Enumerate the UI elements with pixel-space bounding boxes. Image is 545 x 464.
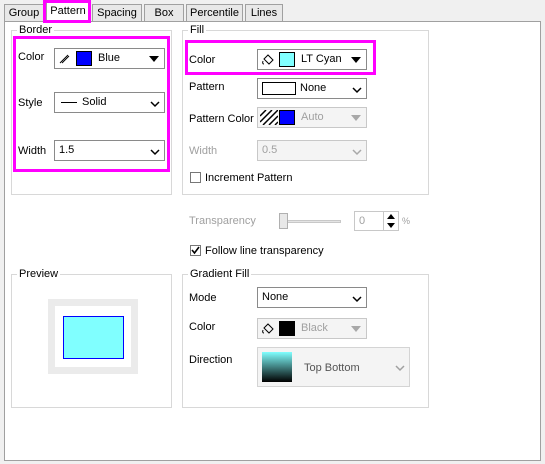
paint-bucket-icon [262,54,274,65]
chevron-down-icon [352,149,362,156]
fill-pattern-dropdown[interactable]: None [257,78,367,99]
chevron-down-icon [150,101,160,108]
gradient-preview-swatch [262,352,292,382]
preview-frame [48,299,138,374]
preview-box [63,316,124,359]
border-group-title: Border [17,24,55,36]
follow-line-label: Follow line transparency [205,245,324,257]
pattern-color-value: Auto [301,111,324,123]
chevron-down-icon [395,365,405,372]
chevron-down-icon [150,149,160,156]
border-style-value: Solid [82,96,107,108]
pattern-color-label: Pattern Color [189,113,254,125]
tab-pattern[interactable]: Pattern [46,2,90,22]
tab-lines[interactable]: Lines [245,4,283,21]
border-color-dropdown[interactable]: Blue [54,48,165,69]
transparency-label: Transparency [189,215,256,227]
transparency-slider[interactable] [279,213,341,229]
gradient-color-label: Color [189,321,216,333]
tab-label: Group [8,7,40,19]
dropdown-arrow-icon [351,115,361,121]
transparency-unit: % [402,216,411,226]
gradient-group-title: Gradient Fill [188,268,252,280]
tab-percentile[interactable]: Percentile [186,4,243,21]
gradient-mode-dropdown[interactable]: None [257,287,367,308]
fill-width-dropdown[interactable]: 0.5 [257,140,367,161]
spin-buttons[interactable] [383,212,398,230]
gradient-direction-value: Top Bottom [304,362,360,374]
fill-pattern-value: None [300,82,327,94]
transparency-value: 0 [359,215,366,227]
border-style-label: Style [18,97,43,109]
gradient-color-dropdown[interactable]: Black [257,318,367,339]
paint-bucket-icon [262,323,274,334]
slider-track [279,220,341,223]
fill-color-dropdown[interactable]: LT Cyan [257,49,367,70]
hatch-pattern-icon [260,110,278,125]
transparency-spinbox[interactable]: 0 [354,211,399,231]
gradient-direction-label: Direction [189,354,233,366]
fill-color-label: Color [189,54,216,66]
gradient-color-value: Black [301,322,328,334]
chevron-down-icon [352,87,362,94]
follow-line-checkbox[interactable] [190,245,201,256]
tab-label: Spacing [97,7,137,19]
tab-box[interactable]: Box [144,4,184,21]
fill-width-label: Width [189,145,218,157]
line-style-icon [61,102,77,103]
pattern-color-dropdown[interactable]: Auto [257,107,367,128]
tab-label: Lines [250,7,278,19]
dropdown-arrow-icon [351,57,361,63]
border-width-label: Width [18,145,47,157]
pen-icon [59,54,70,64]
preview-canvas [55,306,131,367]
gradient-mode-value: None [262,291,289,303]
pattern-color-swatch [279,110,295,125]
fill-color-value: LT Cyan [301,53,342,65]
slider-thumb[interactable] [279,213,288,229]
border-width-dropdown[interactable]: 1.5 [54,140,165,161]
border-color-label: Color [18,51,45,63]
fill-width-value: 0.5 [262,144,278,156]
border-color-value: Blue [98,52,121,64]
gradient-color-swatch [279,321,295,336]
spin-down-icon[interactable] [387,223,395,228]
increment-pattern-label: Increment Pattern [205,172,293,184]
gradient-mode-label: Mode [189,292,217,304]
fill-pattern-label: Pattern [189,81,225,93]
border-style-dropdown[interactable]: Solid [54,92,165,113]
tab-label: Pattern [50,5,86,17]
dropdown-arrow-icon [149,56,159,62]
pattern-none-preview [262,82,296,95]
tab-label: Box [154,7,174,19]
fill-group-title: Fill [188,24,207,36]
spin-up-icon[interactable] [387,214,395,219]
tab-label: Percentile [190,7,239,19]
checkmark-icon [191,246,200,255]
gradient-direction-dropdown[interactable]: Top Bottom [257,347,410,387]
tab-group[interactable]: Group [4,4,44,21]
border-width-value: 1.5 [59,144,75,156]
tab-spacing[interactable]: Spacing [92,4,142,21]
increment-pattern-checkbox[interactable] [190,172,201,183]
preview-group-title: Preview [17,268,61,280]
fill-color-swatch [279,52,295,67]
chevron-down-icon [352,296,362,303]
border-color-swatch [76,51,92,66]
dropdown-arrow-icon [351,326,361,332]
